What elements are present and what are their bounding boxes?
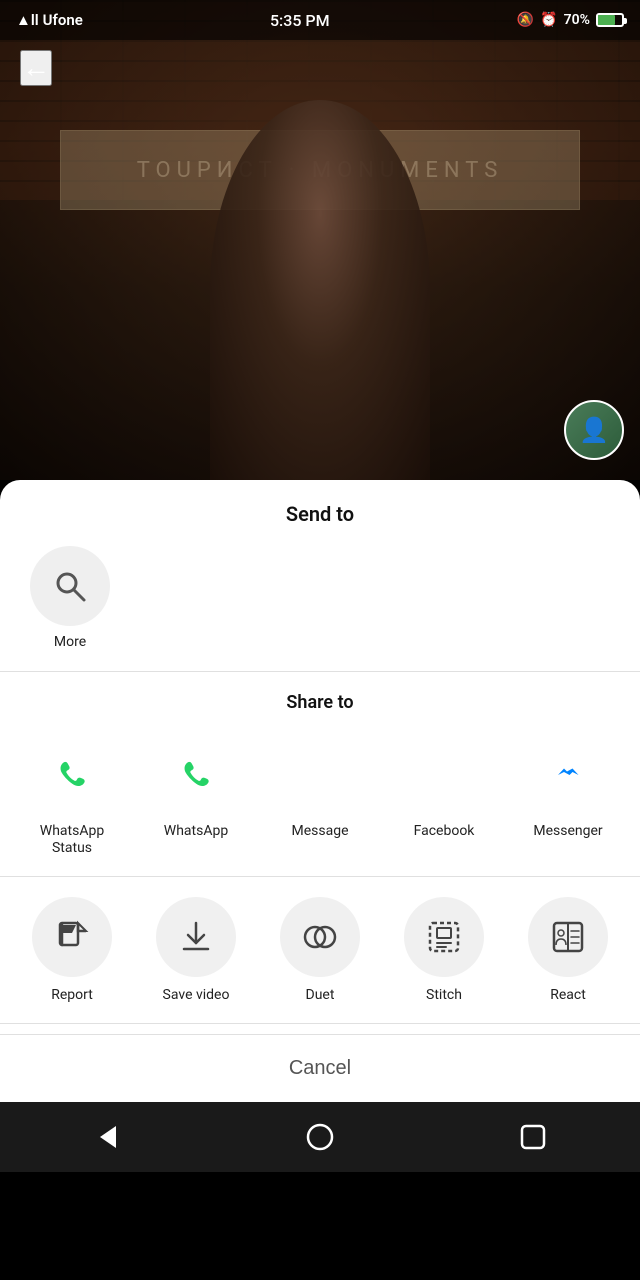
mute-icon: 🔕 [517, 12, 534, 28]
duet-icon-circle [280, 897, 360, 977]
divider-1 [0, 671, 640, 672]
report-label: Report [51, 987, 93, 1003]
message-icon [280, 733, 360, 813]
cancel-button[interactable]: Cancel [0, 1034, 640, 1102]
divider-3 [0, 1023, 640, 1024]
avatar-thumbnail[interactable]: 👤 [564, 400, 624, 460]
time-display: 5:35 PM [270, 11, 330, 30]
back-button[interactable]: ← [20, 50, 52, 86]
share-apps-row: WhatsApp Status WhatsApp Message [0, 727, 640, 867]
share-item-facebook[interactable]: f Facebook [396, 733, 492, 840]
action-item-report[interactable]: Report [24, 897, 120, 1003]
nav-recent-button[interactable] [503, 1107, 563, 1167]
whatsapp-label: WhatsApp [164, 823, 228, 840]
action-item-duet[interactable]: Duet [272, 897, 368, 1003]
nav-back-button[interactable] [77, 1107, 137, 1167]
divider-2 [0, 876, 640, 877]
save-video-icon-circle [156, 897, 236, 977]
svg-text:f: f [432, 754, 445, 795]
facebook-label: Facebook [414, 823, 475, 840]
more-icon-circle [30, 546, 110, 626]
sheet-title: Send to [0, 480, 640, 536]
duet-icon [300, 917, 340, 957]
signal-icon: ▲ll [16, 11, 39, 29]
share-item-whatsapp[interactable]: WhatsApp [148, 733, 244, 840]
stitch-label: Stitch [426, 987, 462, 1003]
stitch-icon [424, 917, 464, 957]
more-item[interactable]: More [30, 546, 110, 651]
nav-bar [0, 1102, 640, 1172]
action-row: Report Save video Duet [0, 887, 640, 1013]
video-area: ТОUРИСТ · МОNUMENTS ← 👤 [0, 0, 640, 480]
report-icon-circle [32, 897, 112, 977]
messenger-label: Messenger [533, 823, 602, 840]
more-row: More [0, 536, 640, 661]
more-label: More [54, 634, 86, 651]
share-item-whatsapp-status[interactable]: WhatsApp Status [24, 733, 120, 857]
message-label: Message [292, 823, 349, 840]
carrier-label: Ufone [43, 11, 83, 29]
nav-home-button[interactable] [290, 1107, 350, 1167]
react-icon-circle [528, 897, 608, 977]
person-silhouette [210, 100, 430, 480]
status-left: ▲ll Ufone [16, 11, 83, 29]
share-item-messenger[interactable]: Messenger [520, 733, 616, 840]
alarm-icon: ⏰ [540, 12, 557, 28]
react-label: React [550, 987, 586, 1003]
duet-label: Duet [306, 987, 335, 1003]
status-right: 🔕 ⏰ 70% [517, 12, 624, 28]
save-video-label: Save video [163, 987, 230, 1003]
battery-label: 70% [564, 12, 590, 28]
stitch-icon-circle [404, 897, 484, 977]
whatsapp-icon [156, 733, 236, 813]
share-item-message[interactable]: Message [272, 733, 368, 840]
search-icon [50, 566, 90, 606]
bottom-sheet: Send to More Share to WhatsApp Statu [0, 480, 640, 1102]
action-item-stitch[interactable]: Stitch [396, 897, 492, 1003]
battery-icon [596, 13, 624, 27]
facebook-icon: f [404, 733, 484, 813]
share-to-label: Share to [0, 682, 640, 727]
status-bar: ▲ll Ufone 5:35 PM 🔕 ⏰ 70% [0, 0, 640, 40]
save-video-icon [176, 917, 216, 957]
messenger-icon [528, 733, 608, 813]
report-icon [52, 917, 92, 957]
whatsapp-status-icon [32, 733, 112, 813]
whatsapp-status-label: WhatsApp Status [32, 823, 112, 857]
react-icon [548, 917, 588, 957]
action-item-save-video[interactable]: Save video [148, 897, 244, 1003]
action-item-react[interactable]: React [520, 897, 616, 1003]
